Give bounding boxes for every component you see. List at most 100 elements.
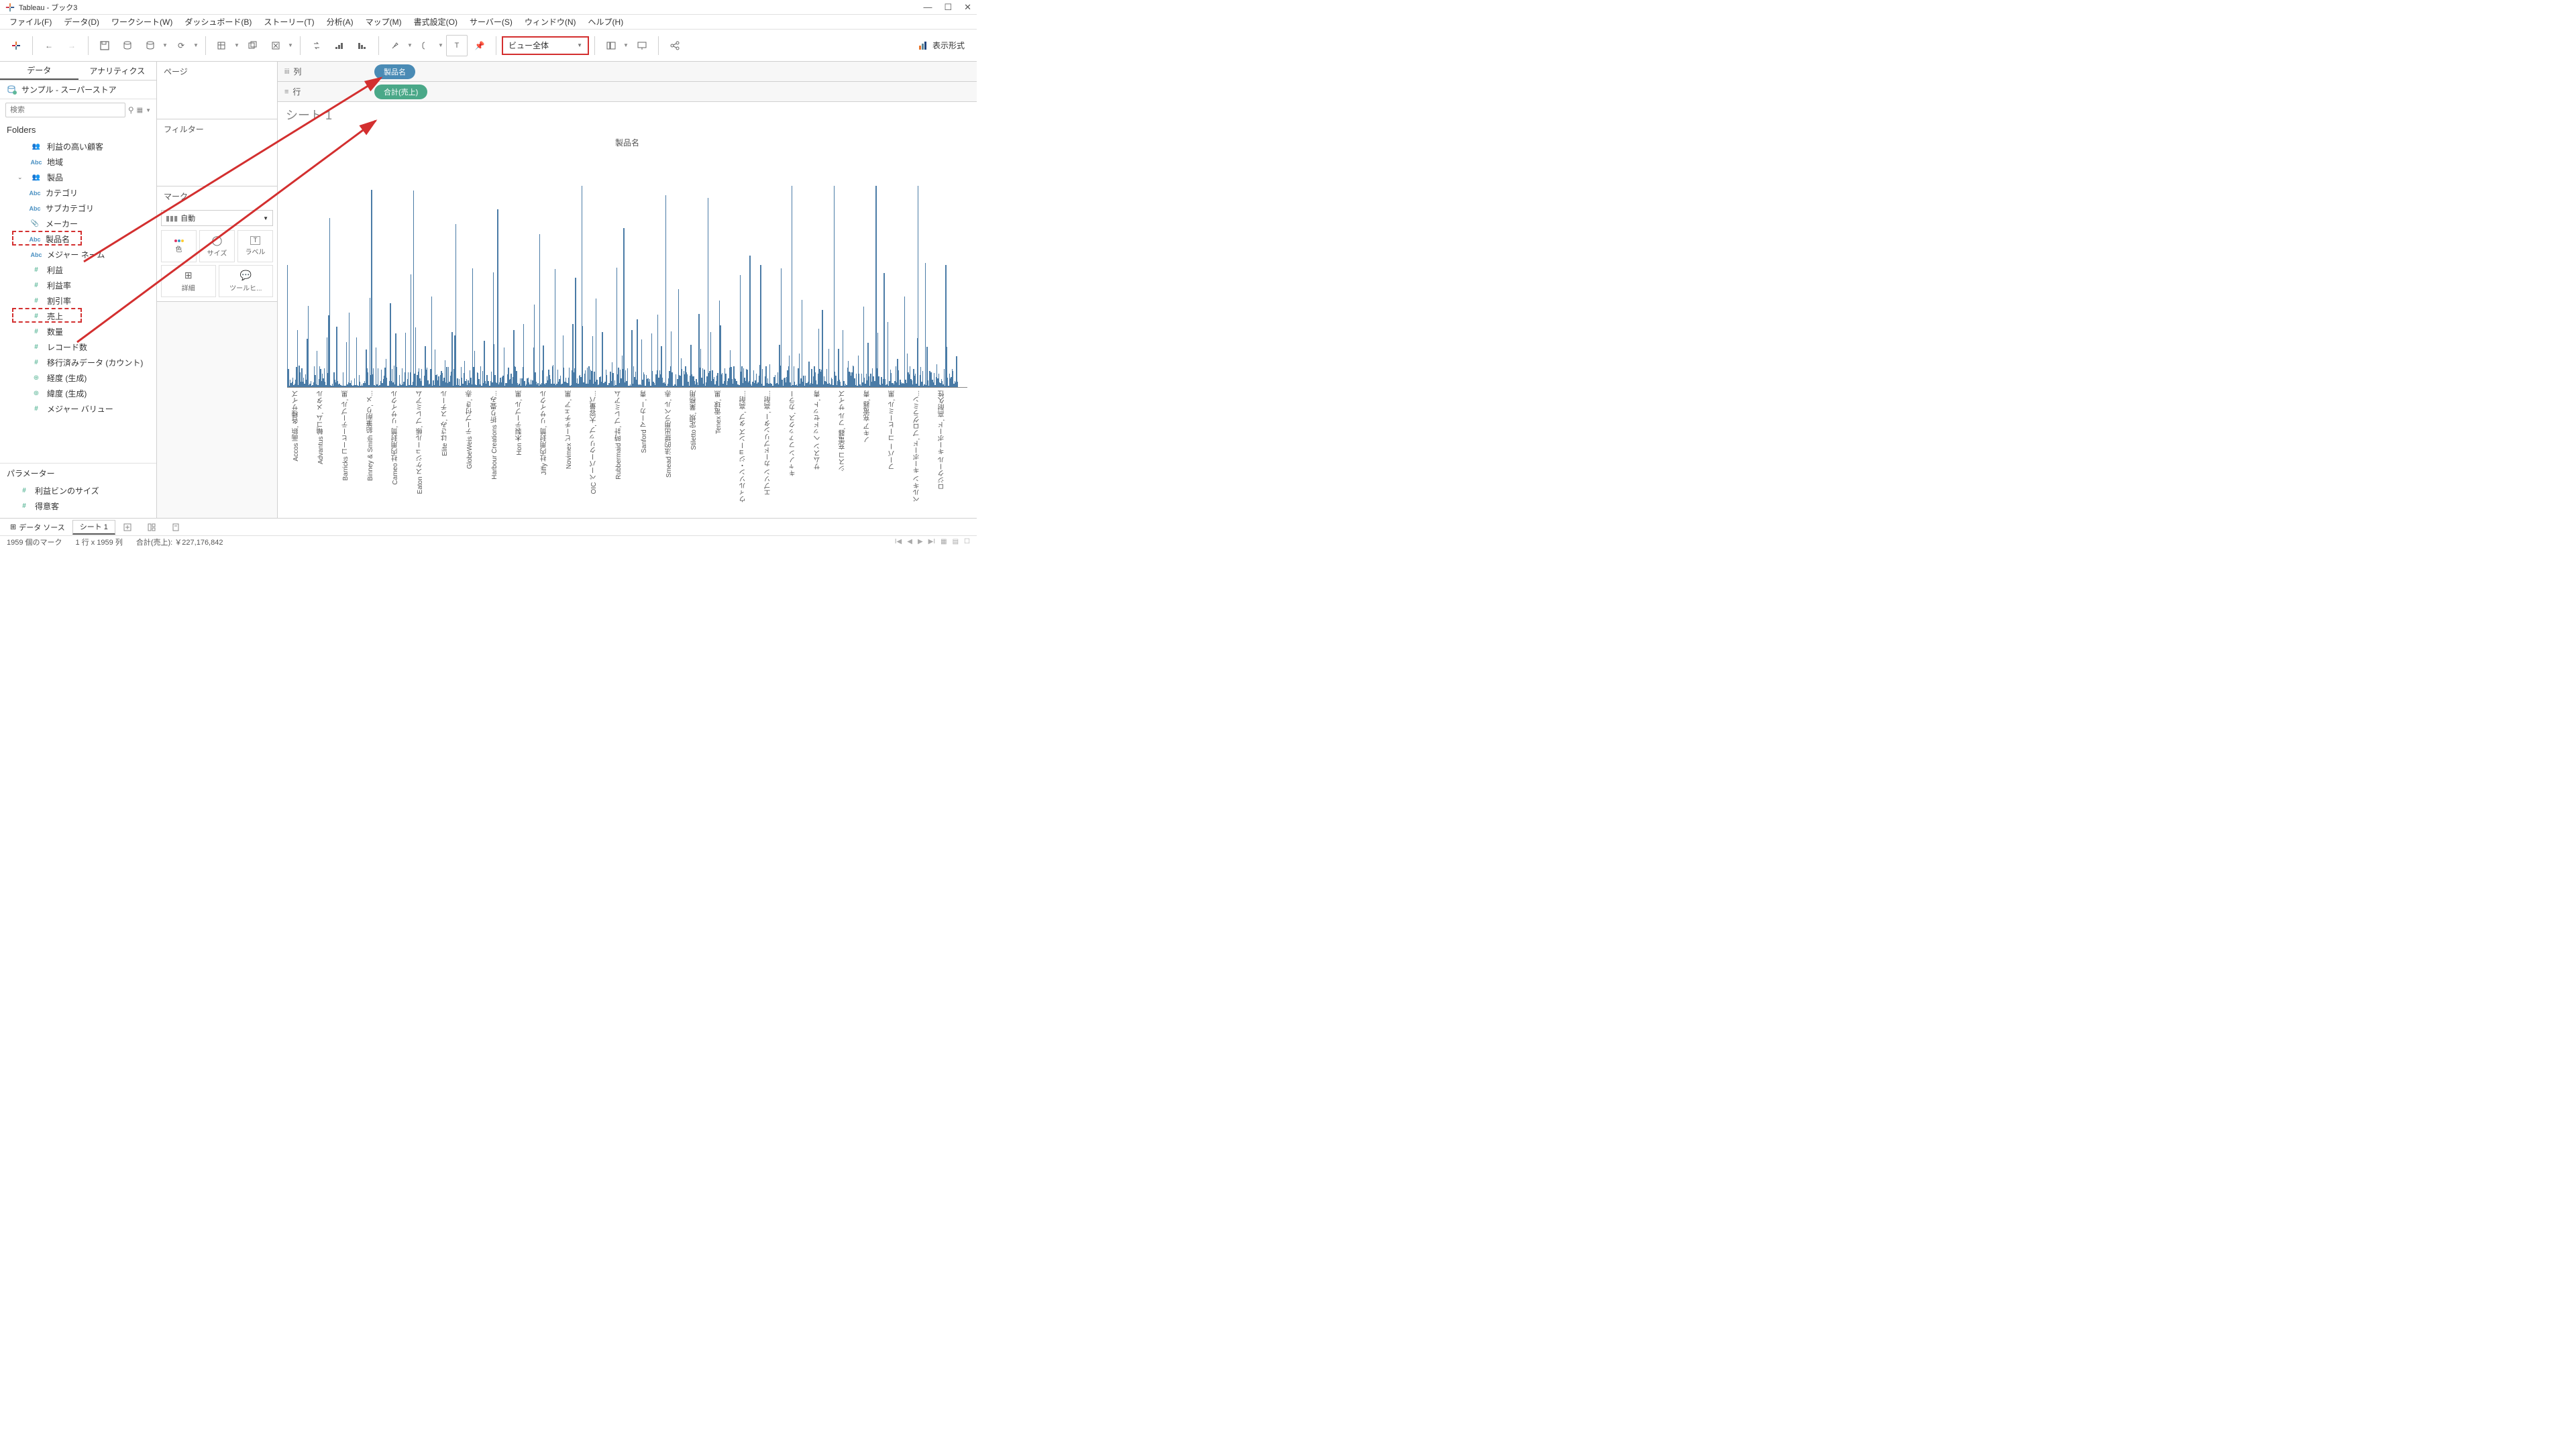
new-dashboard-tab[interactable] <box>140 520 164 535</box>
menu-server[interactable]: サーバー(S) <box>464 15 518 29</box>
menu-window[interactable]: ウィンドウ(N) <box>519 15 582 29</box>
param-利益ビンのサイズ[interactable]: #利益ビンのサイズ <box>3 483 154 498</box>
fit-dropdown[interactable]: ビュー全体 ▼ <box>502 36 589 55</box>
view-list-icon[interactable]: ▤ <box>953 538 959 545</box>
x-axis-labels: Accos 画鋲, 各種サイズAdvantus 輪ゴム, メタルBarricks… <box>287 388 967 515</box>
marks-tooltip[interactable]: 💬ツールヒ... <box>219 265 274 297</box>
close-button[interactable]: ✕ <box>964 2 971 13</box>
field-レコード数[interactable]: #レコード数 <box>3 339 154 355</box>
field-サブカテゴリ[interactable]: Abcサブカテゴリ <box>3 201 154 216</box>
highlight-button[interactable] <box>384 35 406 56</box>
search-input[interactable] <box>5 103 125 117</box>
dropdown-arrow-icon[interactable]: ▼ <box>162 42 169 48</box>
menu-icon[interactable]: ▼ <box>146 107 151 113</box>
sort-desc-button[interactable] <box>352 35 373 56</box>
new-story-tab[interactable] <box>164 520 188 535</box>
menu-format[interactable]: 書式設定(O) <box>409 15 463 29</box>
auto-update-button[interactable]: ⟳ <box>170 35 192 56</box>
field-メーカー[interactable]: 📎メーカー <box>3 216 154 231</box>
swap-button[interactable] <box>306 35 327 56</box>
minimize-button[interactable]: — <box>923 2 932 13</box>
field-メジャー ネーム[interactable]: Abcメジャー ネーム <box>3 247 154 262</box>
bar-chart[interactable] <box>287 155 967 388</box>
sheet-title[interactable]: シート 1 <box>278 102 977 127</box>
marks-color[interactable]: 色 <box>161 230 197 262</box>
field-メジャー バリュー[interactable]: #メジャー バリュー <box>3 401 154 417</box>
menu-story[interactable]: ストーリー(T) <box>258 15 319 29</box>
marks-detail[interactable]: ⊞詳細 <box>161 265 216 297</box>
text-button[interactable]: T <box>446 35 468 56</box>
menu-map[interactable]: マップ(M) <box>360 15 407 29</box>
chart-view[interactable]: 製品名 Accos 画鋲, 各種サイズAdvantus 輪ゴム, メタルBarr… <box>278 127 977 518</box>
group-button[interactable] <box>415 35 437 56</box>
field-割引率[interactable]: #割引率 <box>3 293 154 309</box>
duplicate-button[interactable] <box>242 35 264 56</box>
menu-data[interactable]: データ(D) <box>58 15 105 29</box>
dropdown-arrow-icon[interactable]: ▼ <box>623 42 630 48</box>
marks-size[interactable]: ◯サイズ <box>199 230 235 262</box>
dropdown-arrow-icon[interactable]: ▼ <box>193 42 200 48</box>
dropdown-arrow-icon[interactable]: ▼ <box>407 42 414 48</box>
new-worksheet-tab[interactable] <box>115 520 140 535</box>
show-cards-button[interactable] <box>600 35 622 56</box>
menu-worksheet[interactable]: ワークシート(W) <box>106 15 178 29</box>
mark-type-dropdown[interactable]: ▮▮▮ 自動 ▼ <box>161 210 273 226</box>
field-地域[interactable]: Abc地域 <box>3 154 154 170</box>
view-icon[interactable]: ▦ <box>137 107 143 114</box>
menu-analysis[interactable]: 分析(A) <box>321 15 359 29</box>
forward-button[interactable]: → <box>61 35 83 56</box>
sort-asc-button[interactable] <box>329 35 350 56</box>
field-移行済みデータ (カウント)[interactable]: #移行済みデータ (カウント) <box>3 355 154 370</box>
tab-datasource[interactable]: ⊞データ ソース <box>3 520 72 535</box>
presentation-button[interactable] <box>631 35 653 56</box>
new-datasource-button[interactable] <box>117 35 138 56</box>
view-card-icon[interactable]: ☐ <box>964 538 970 545</box>
datasource-item[interactable]: サンプル - スーパーストア <box>0 80 156 99</box>
dropdown-arrow-icon[interactable]: ▼ <box>234 42 241 48</box>
field-緯度 (生成)[interactable]: ⊕緯度 (生成) <box>3 386 154 401</box>
menu-help[interactable]: ヘルプ(H) <box>583 15 629 29</box>
field-カテゴリ[interactable]: Abcカテゴリ <box>3 185 154 201</box>
param-得意客[interactable]: #得意客 <box>3 498 154 514</box>
tableau-icon[interactable] <box>5 35 27 56</box>
maximize-button[interactable]: ☐ <box>944 2 952 13</box>
nav-prev-icon[interactable]: ◀ <box>907 538 912 545</box>
filters-shelf[interactable] <box>157 139 277 186</box>
save-button[interactable] <box>94 35 115 56</box>
search-icon[interactable]: ⚲ <box>128 105 134 115</box>
view-grid-icon[interactable]: ▦ <box>941 538 947 545</box>
menu-dashboard[interactable]: ダッシュボード(B) <box>179 15 257 29</box>
columns-shelf[interactable]: 製品名 <box>372 63 977 80</box>
tab-sheet1[interactable]: シート 1 <box>72 520 115 535</box>
tab-data[interactable]: データ <box>0 62 78 80</box>
columns-pill-product[interactable]: 製品名 <box>374 64 415 79</box>
pin-button[interactable]: 📌 <box>469 35 490 56</box>
clear-button[interactable] <box>265 35 286 56</box>
nav-next-icon[interactable]: ▶ <box>918 538 923 545</box>
dropdown-arrow-icon[interactable]: ▼ <box>438 42 445 48</box>
field-製品名[interactable]: Abc製品名 <box>3 231 154 247</box>
show-me-button[interactable]: 表示形式 <box>911 40 971 51</box>
x-label: Smead 法的提出用ラベル, 赤 <box>664 390 674 478</box>
field-売上[interactable]: #売上 <box>3 309 154 324</box>
menu-file[interactable]: ファイル(F) <box>4 15 57 29</box>
back-button[interactable]: ← <box>38 35 60 56</box>
field-利益率[interactable]: #利益率 <box>3 278 154 293</box>
share-button[interactable] <box>664 35 686 56</box>
field-利益の高い顧客[interactable]: 👥利益の高い顧客 <box>3 139 154 154</box>
tab-analytics[interactable]: アナリティクス <box>78 62 157 80</box>
nav-first-icon[interactable]: I◀ <box>895 538 902 545</box>
rows-shelf[interactable]: 合計(売上) <box>372 83 977 101</box>
field-経度 (生成)[interactable]: ⊕経度 (生成) <box>3 370 154 386</box>
show-me-label: 表示形式 <box>932 40 965 51</box>
refresh-button[interactable] <box>140 35 161 56</box>
field-数量[interactable]: #数量 <box>3 324 154 339</box>
marks-label[interactable]: Tラベル <box>237 230 273 262</box>
nav-last-icon[interactable]: ▶I <box>928 538 935 545</box>
field-製品[interactable]: ⌄👥製品 <box>3 170 154 185</box>
pages-shelf[interactable] <box>157 81 277 119</box>
field-利益[interactable]: #利益 <box>3 262 154 278</box>
dropdown-arrow-icon[interactable]: ▼ <box>288 42 294 48</box>
rows-pill-sales[interactable]: 合計(売上) <box>374 85 427 99</box>
new-worksheet-button[interactable] <box>211 35 233 56</box>
